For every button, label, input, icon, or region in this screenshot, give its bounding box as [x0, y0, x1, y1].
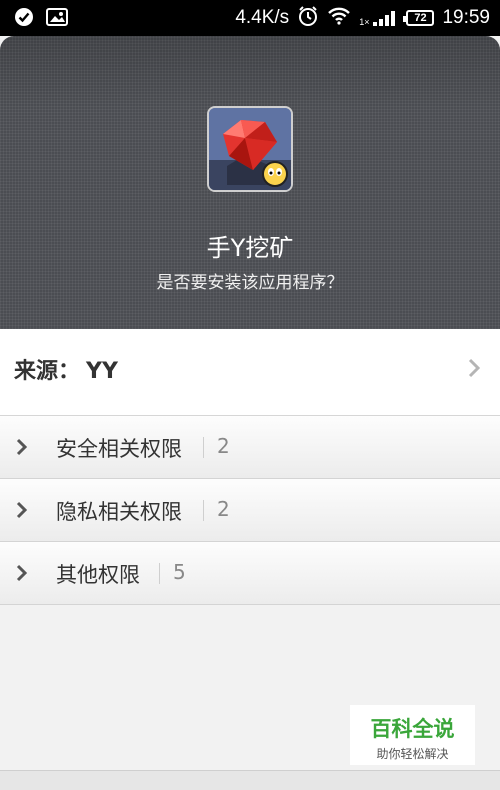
permission-row-security[interactable]: 安全相关权限 2	[0, 416, 500, 479]
image-notification-icon	[46, 7, 68, 31]
bottom-button-bar	[0, 771, 500, 790]
check-circle-icon	[14, 7, 34, 31]
watermark-subtitle: 助你轻松解决	[376, 747, 449, 761]
battery-icon: 72	[403, 10, 435, 26]
signal-label: 1×	[359, 17, 370, 27]
separator	[203, 437, 204, 458]
watermark-title: 百科全说	[370, 717, 455, 741]
clock-time: 19:59	[442, 7, 490, 28]
source-label: 来源： YY	[14, 353, 118, 385]
permission-row-other[interactable]: 其他权限 5	[0, 542, 500, 605]
gem-game-icon	[207, 106, 293, 192]
status-bar-system: 4.4K/s 1× 72 19:59	[235, 0, 490, 36]
permission-count: 2	[217, 497, 230, 521]
network-speed: 4.4K/s	[235, 7, 290, 28]
chevron-right-icon	[15, 500, 29, 520]
install-question: 是否要安装该应用程序？	[156, 273, 344, 293]
chevron-right-icon	[15, 563, 29, 583]
source-row[interactable]: 来源： YY	[0, 329, 500, 416]
separator	[203, 500, 204, 521]
source-value: YY	[86, 359, 118, 384]
chevron-right-icon	[15, 437, 29, 457]
source-label-text: 来源：	[14, 359, 81, 384]
chevron-right-icon	[464, 358, 484, 378]
install-header: 手Y挖矿 是否要安装该应用程序？	[0, 36, 500, 329]
permission-label: 其他权限	[56, 563, 140, 587]
watermark-logo: 百科全说 助你轻松解决	[350, 705, 475, 765]
permission-count: 5	[173, 560, 186, 584]
separator	[159, 563, 160, 584]
permission-label: 安全相关权限	[56, 437, 182, 461]
permission-label: 隐私相关权限	[56, 500, 182, 524]
signal-icon: 1×	[359, 9, 398, 27]
alarm-clock-icon	[297, 5, 319, 31]
permission-row-privacy[interactable]: 隐私相关权限 2	[0, 479, 500, 542]
permission-count: 2	[217, 434, 230, 458]
app-name: 手Y挖矿	[206, 234, 294, 262]
status-bar: 4.4K/s 1× 72 19:59	[0, 0, 500, 36]
wifi-icon	[327, 6, 351, 30]
status-bar-notifications	[14, 7, 68, 31]
